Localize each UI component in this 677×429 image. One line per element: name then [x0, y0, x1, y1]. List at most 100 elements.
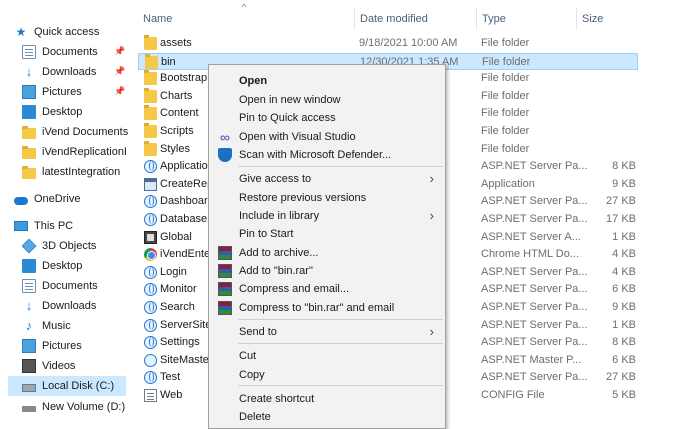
documents-icon	[22, 45, 36, 59]
file-name: Global	[160, 231, 192, 243]
menu-item-pin-quick-access[interactable]: Pin to Quick access	[210, 108, 444, 128]
file-name: Settings	[160, 336, 200, 348]
star-icon: ★	[15, 25, 27, 39]
file-type: File folder	[481, 107, 530, 119]
folder-icon	[144, 123, 157, 138]
menu-item-cut[interactable]: Cut	[210, 346, 444, 366]
nav-label: iVendReplicationEng	[42, 146, 126, 158]
menu-item-compress-email[interactable]: Compress and email...	[210, 279, 444, 299]
chevron-right-icon: ›	[429, 324, 434, 339]
menu-label: Send to	[239, 326, 277, 338]
nav-item-ivend-documents[interactable]: iVend Documents	[22, 122, 128, 142]
nav-item-documents[interactable]: Documents	[22, 42, 98, 62]
file-name: Login	[160, 266, 187, 278]
nav-item-pc-documents[interactable]: Documents	[22, 276, 98, 296]
column-divider[interactable]	[576, 8, 577, 30]
chevron-right-icon: ›	[429, 208, 434, 223]
menu-item-send-to[interactable]: Send to ›	[210, 322, 444, 342]
nav-label: This PC	[34, 220, 74, 232]
file-type: File folder	[481, 143, 530, 155]
global-asax-icon	[144, 231, 157, 244]
winrar-icon	[218, 301, 232, 315]
nav-this-pc[interactable]: This PC	[14, 216, 73, 236]
file-size: 9 KB	[612, 301, 636, 313]
menu-item-copy[interactable]: Copy	[210, 365, 444, 385]
folder-icon	[145, 54, 158, 69]
menu-item-open-visual-studio[interactable]: ∞ Open with Visual Studio	[210, 127, 444, 147]
menu-item-pin-start[interactable]: Pin to Start	[210, 224, 444, 244]
folder-icon	[144, 105, 157, 120]
menu-label: Add to "bin.rar"	[239, 265, 313, 277]
nav-item-ivend-replication[interactable]: iVendReplicationEng	[22, 142, 126, 162]
menu-item-create-shortcut[interactable]: Create shortcut	[210, 389, 444, 409]
aspx-page-icon	[144, 266, 157, 279]
winrar-icon	[218, 246, 232, 260]
winrar-icon	[218, 264, 232, 278]
nav-item-new-volume[interactable]: New Volume (D:)	[22, 397, 125, 417]
file-type: ASP.NET Server Pa...	[481, 283, 588, 295]
file-size: 9 KB	[612, 178, 636, 190]
drive-icon	[22, 406, 36, 412]
menu-item-scan-defender[interactable]: Scan with Microsoft Defender...	[210, 145, 444, 165]
menu-label: Pin to Quick access	[239, 112, 336, 124]
nav-quick-access[interactable]: ★ Quick access	[14, 22, 100, 42]
column-header-type[interactable]: Type	[482, 13, 506, 25]
nav-item-desktop[interactable]: Desktop	[22, 102, 82, 122]
nav-label: Pictures	[42, 86, 82, 98]
menu-item-include-library[interactable]: Include in library ›	[210, 206, 444, 226]
column-divider[interactable]	[354, 8, 355, 30]
menu-label: Open in new window	[239, 94, 341, 106]
file-name: Web	[160, 389, 183, 401]
menu-label: Compress to "bin.rar" and email	[239, 302, 395, 314]
desktop-icon	[22, 259, 36, 273]
folder-icon	[22, 125, 36, 139]
menu-item-give-access[interactable]: Give access to ›	[210, 169, 444, 189]
menu-item-open[interactable]: Open	[210, 71, 444, 91]
menu-item-open-new-window[interactable]: Open in new window	[210, 90, 444, 110]
menu-item-add-archive[interactable]: Add to archive...	[210, 243, 444, 263]
menu-item-compress-bin-email[interactable]: Compress to "bin.rar" and email	[210, 298, 444, 318]
nav-item-local-disk[interactable]: Local Disk (C:)	[8, 376, 126, 396]
chrome-icon	[144, 248, 157, 261]
aspx-page-icon	[144, 160, 157, 173]
nav-item-pc-desktop[interactable]: Desktop	[22, 256, 82, 276]
file-name: Application	[160, 160, 214, 172]
file-name: Content	[160, 107, 199, 119]
nav-item-pc-downloads[interactable]: ↓ Downloads	[22, 296, 97, 316]
pictures-icon	[22, 339, 36, 353]
folder-icon	[144, 141, 157, 156]
nav-item-downloads[interactable]: ↓ Downloads	[22, 62, 97, 82]
nav-label: Desktop	[42, 260, 83, 272]
column-header-date[interactable]: Date modified	[360, 13, 428, 25]
nav-item-music[interactable]: ♪ Music	[22, 316, 71, 336]
menu-label: Pin to Start	[239, 228, 294, 240]
file-name: Charts	[160, 90, 193, 102]
nav-item-pc-pictures[interactable]: Pictures	[22, 336, 82, 356]
file-row[interactable]: assets 9/18/2021 10:00 AM File folder	[138, 35, 638, 52]
nav-item-pictures[interactable]: Pictures	[22, 82, 82, 102]
aspx-page-icon	[144, 301, 157, 314]
file-type: ASP.NET Server Pa...	[481, 266, 588, 278]
nav-label: Videos	[42, 360, 76, 372]
file-name: Search	[160, 301, 195, 313]
nav-item-latest-integration[interactable]: latestIntegration	[22, 162, 120, 182]
menu-item-restore-versions[interactable]: Restore previous versions	[210, 188, 444, 208]
column-divider[interactable]	[476, 8, 477, 30]
nav-item-3d-objects[interactable]: 3D Objects	[22, 236, 96, 256]
nav-label: 3D Objects	[42, 240, 97, 252]
column-header-size[interactable]: Size	[582, 13, 603, 25]
file-type: ASP.NET Server Pa...	[481, 371, 588, 383]
column-header-name[interactable]: Name	[143, 13, 172, 25]
nav-onedrive[interactable]: OneDrive	[14, 189, 80, 209]
nav-label: iVend Documents	[42, 126, 129, 138]
menu-item-delete[interactable]: Delete	[210, 407, 444, 427]
music-icon: ♪	[25, 318, 33, 333]
menu-label: Copy	[239, 369, 265, 381]
file-type: ASP.NET Server Pa...	[481, 319, 588, 331]
file-size: 8 KB	[612, 160, 636, 172]
downloads-icon: ↓	[25, 298, 33, 313]
master-page-icon	[144, 354, 157, 367]
nav-item-videos[interactable]: Videos	[22, 356, 75, 376]
file-size: 6 KB	[612, 283, 636, 295]
menu-item-add-bin-rar[interactable]: Add to "bin.rar"	[210, 261, 444, 281]
